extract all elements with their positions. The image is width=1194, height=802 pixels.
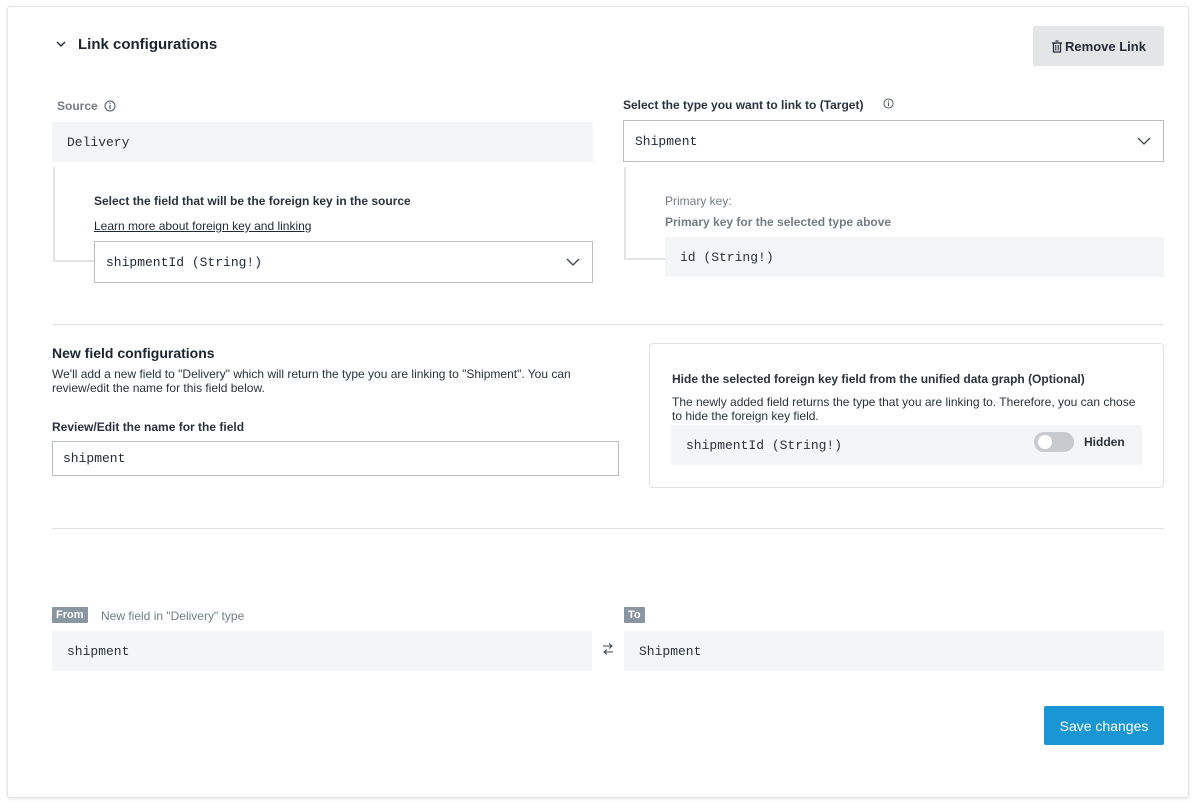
primary-key-value: id (String!): [680, 249, 774, 265]
target-selected-value: Shipment: [635, 133, 698, 149]
toggle-knob: [1038, 435, 1052, 449]
save-changes-button[interactable]: Save changes: [1044, 706, 1164, 745]
hide-field-value: shipmentId (String!): [686, 437, 843, 453]
target-type-select[interactable]: Shipment: [623, 120, 1164, 162]
foreign-key-label: Select the field that will be the foreig…: [94, 194, 411, 208]
source-connector-line: [53, 167, 95, 262]
from-tag: From: [52, 607, 88, 623]
to-value: Shipment: [639, 643, 702, 659]
from-field: shipment: [52, 631, 592, 671]
from-caption: New field in "Delivery" type: [101, 609, 245, 623]
hidden-toggle-label: Hidden: [1084, 435, 1125, 449]
info-icon[interactable]: [883, 98, 894, 109]
section-divider: [52, 528, 1164, 529]
hide-card-title: Hide the selected foreign key field from…: [672, 372, 1085, 386]
primary-key-label: Primary key:: [665, 194, 732, 208]
info-icon[interactable]: [104, 100, 116, 112]
new-field-description: We'll add a new field to "Delivery" whic…: [52, 367, 571, 395]
primary-key-sublabel: Primary key for the selected type above: [665, 215, 892, 229]
foreign-key-select[interactable]: shipmentId (String!): [94, 241, 593, 283]
field-name-input[interactable]: [52, 441, 619, 476]
from-value: shipment: [67, 643, 130, 659]
hidden-toggle[interactable]: [1034, 432, 1074, 452]
chevron-down-icon: [1137, 137, 1151, 145]
to-field: Shipment: [624, 631, 1164, 671]
field-name-label: Review/Edit the name for the field: [52, 420, 245, 434]
to-tag: To: [624, 607, 645, 623]
chevron-down-icon: [566, 258, 580, 266]
learn-more-link[interactable]: Learn more about foreign key and linking: [94, 219, 311, 233]
new-field-title: New field configurations: [52, 345, 215, 361]
foreign-key-selected-value: shipmentId (String!): [106, 254, 263, 270]
source-value-field: Delivery: [52, 122, 593, 162]
source-value: Delivery: [67, 134, 130, 150]
section-divider: [52, 324, 1164, 325]
target-label: Select the type you want to link to (Tar…: [623, 98, 864, 112]
remove-link-label: Remove Link: [1065, 38, 1146, 54]
chevron-down-icon[interactable]: [55, 38, 67, 50]
hide-card-description: The newly added field returns the type t…: [672, 395, 1136, 423]
source-label: Source: [57, 99, 98, 113]
target-connector-line: [624, 167, 666, 260]
swap-arrows-icon: [603, 643, 613, 655]
section-title-link-configurations[interactable]: Link configurations: [78, 36, 217, 53]
primary-key-field: id (String!): [665, 237, 1164, 277]
remove-link-button[interactable]: Remove Link: [1033, 26, 1164, 66]
trash-icon: [1052, 39, 1063, 53]
